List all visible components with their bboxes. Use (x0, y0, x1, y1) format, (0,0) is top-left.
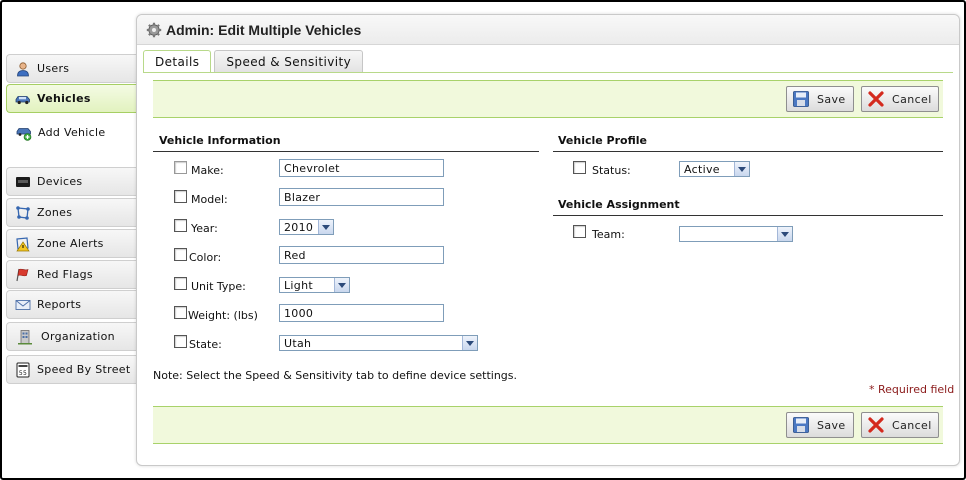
save-button[interactable]: Save (786, 412, 854, 438)
page-title: Admin: Edit Multiple Vehicles (166, 21, 362, 38)
sidebar-item-label: Zones (37, 206, 73, 219)
weight-field[interactable] (279, 304, 444, 322)
color-checkbox[interactable] (174, 248, 187, 261)
bottom-action-bar: Save Cancel (153, 406, 943, 444)
tab-speed-sensitivity[interactable]: Speed & Sensitivity (214, 50, 364, 72)
envelope-icon (15, 297, 31, 313)
sidebar-item-speed-by-street[interactable]: 55 Speed By Street (6, 355, 136, 384)
sidebar-item-label: Users (37, 62, 70, 75)
year-checkbox[interactable] (174, 219, 187, 232)
chevron-down-icon (318, 220, 333, 234)
make-checkbox[interactable] (174, 161, 187, 174)
section-divider (553, 151, 943, 152)
speed-sensitivity-note: Note: Select the Speed & Sensitivity tab… (153, 369, 518, 382)
sidebar-item-organization[interactable]: Organization (6, 322, 136, 351)
save-button[interactable]: Save (786, 86, 854, 112)
vehicle-profile-heading: Vehicle Profile (558, 134, 647, 147)
year-select[interactable]: 2010 (279, 219, 334, 235)
weight-label: Weight: (lbs) (188, 309, 258, 322)
save-button-label: Save (817, 418, 846, 432)
sidebar-item-devices[interactable]: Devices (6, 167, 136, 196)
unit-type-label: Unit Type: (191, 280, 246, 293)
tab-bar: Details Speed & Sensitivity (143, 50, 366, 73)
save-button-label: Save (817, 92, 846, 106)
floppy-disk-icon (792, 90, 810, 108)
color-field[interactable] (279, 246, 444, 264)
speed-sign-icon: 55 (15, 362, 31, 378)
edit-vehicles-panel: Admin: Edit Multiple Vehicles Details Sp… (136, 14, 960, 466)
sidebar-item-zone-alerts[interactable]: Zone Alerts (6, 229, 136, 258)
make-label: Make: (191, 164, 224, 177)
sidebar-item-red-flags[interactable]: Red Flags (6, 260, 136, 289)
status-select[interactable]: Active (679, 161, 750, 177)
section-divider (153, 151, 539, 152)
model-label: Model: (191, 193, 228, 206)
chevron-down-icon (462, 336, 477, 350)
cancel-button-label: Cancel (892, 92, 932, 106)
panel-header: Admin: Edit Multiple Vehicles (137, 15, 959, 45)
sidebar-item-label: Speed By Street (37, 363, 131, 376)
zone-alert-icon (15, 236, 31, 252)
team-select[interactable] (679, 226, 793, 242)
status-select-value: Active (684, 162, 720, 176)
model-checkbox[interactable] (174, 190, 187, 203)
status-checkbox[interactable] (573, 161, 586, 174)
unit-type-select-value: Light (284, 278, 313, 292)
make-field[interactable] (279, 159, 444, 177)
floppy-disk-icon (792, 416, 810, 434)
section-divider (553, 215, 943, 216)
car-icon (15, 91, 31, 107)
status-label: Status: (592, 164, 631, 177)
close-icon (867, 416, 885, 434)
vehicle-assignment-heading: Vehicle Assignment (558, 198, 680, 211)
sidebar-item-zones[interactable]: Zones (6, 198, 136, 227)
weight-checkbox[interactable] (174, 306, 187, 319)
sidebar-item-label: Devices (37, 175, 83, 188)
color-label: Color: (189, 251, 222, 264)
state-select-value: Utah (284, 336, 312, 350)
sidebar-item-label: Zone Alerts (37, 237, 104, 250)
state-checkbox[interactable] (174, 335, 187, 348)
sidebar-item-vehicles[interactable]: Vehicles (6, 84, 136, 113)
sidebar-item-reports[interactable]: Reports (6, 290, 136, 319)
sidebar-item-add-vehicle[interactable]: Add Vehicle (6, 118, 136, 147)
year-label: Year: (191, 222, 218, 235)
team-checkbox[interactable] (573, 225, 586, 238)
team-label: Team: (592, 228, 625, 241)
chevron-down-icon (734, 162, 749, 176)
red-flag-icon (15, 267, 31, 283)
sidebar-item-label: Organization (41, 330, 115, 343)
required-field-note: * Required field (869, 383, 955, 396)
vehicle-information-heading: Vehicle Information (159, 134, 281, 147)
state-label: State: (189, 338, 222, 351)
organization-icon (17, 329, 33, 345)
cancel-button[interactable]: Cancel (861, 86, 939, 112)
unit-type-select[interactable]: Light (279, 277, 350, 293)
state-select[interactable]: Utah (279, 335, 478, 351)
gear-icon (146, 22, 162, 38)
cancel-button[interactable]: Cancel (861, 412, 939, 438)
model-field[interactable] (279, 188, 444, 206)
year-select-value: 2010 (284, 220, 314, 234)
svg-text:55: 55 (19, 370, 27, 377)
tab-details[interactable]: Details (143, 50, 212, 73)
unit-type-checkbox[interactable] (174, 277, 187, 290)
sidebar-item-users[interactable]: Users (6, 54, 136, 83)
tab-divider (143, 72, 953, 73)
chevron-down-icon (777, 227, 792, 241)
chevron-down-icon (334, 278, 349, 292)
close-icon (867, 90, 885, 108)
top-action-bar: Save Cancel (153, 80, 943, 118)
sidebar-item-label: Add Vehicle (38, 126, 106, 139)
device-icon (15, 174, 31, 190)
sidebar-item-label: Red Flags (37, 268, 93, 281)
user-icon (15, 61, 31, 77)
add-car-icon (16, 125, 32, 141)
sidebar-item-label: Reports (37, 298, 82, 311)
cancel-button-label: Cancel (892, 418, 932, 432)
zones-icon (15, 205, 31, 221)
sidebar-item-label: Vehicles (37, 92, 91, 105)
